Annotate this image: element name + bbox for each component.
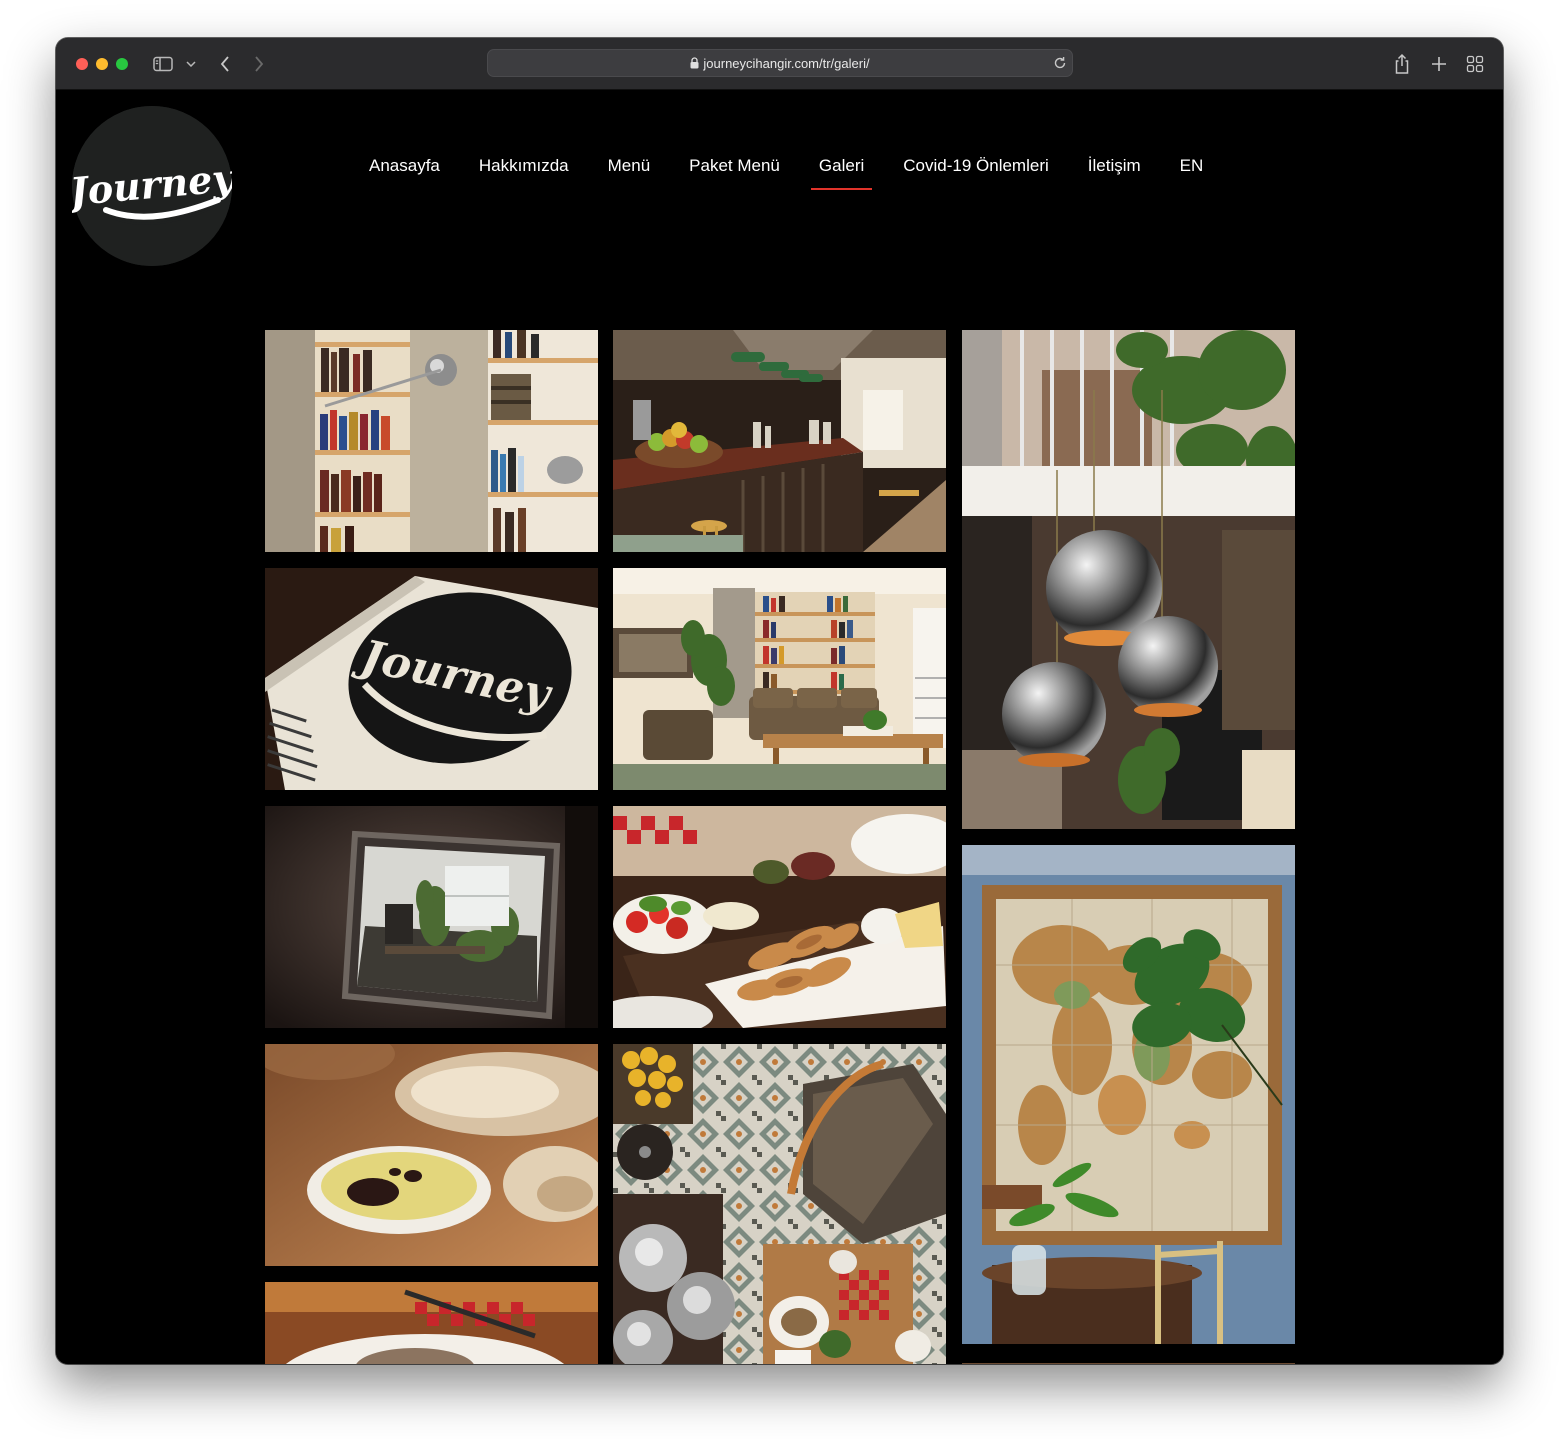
web-page: Journey Anasayfa Hakkımızda Menü Paket M…: [56, 90, 1503, 1364]
photo-gallery: Journey: [265, 330, 1295, 1364]
nav-item-hakkimizda[interactable]: Hakkımızda: [479, 156, 569, 186]
url-text: journeycihangir.com/tr/galeri/: [703, 56, 870, 71]
nav-item-covid-19[interactable]: Covid-19 Önlemleri: [903, 156, 1049, 186]
logo-graphic: Journey: [62, 106, 239, 266]
gallery-photo-bread-olive-oil[interactable]: [265, 1044, 598, 1266]
close-window-button[interactable]: [76, 58, 88, 70]
gallery-photo-journey-menu-card[interactable]: Journey: [265, 568, 598, 790]
tab-overview-icon[interactable]: [1464, 52, 1486, 76]
share-icon[interactable]: [1390, 52, 1414, 76]
gallery-photo-cafe-counter[interactable]: [613, 330, 946, 552]
gallery-photo-tiled-floor-overhead[interactable]: [613, 1044, 946, 1364]
gallery-photo-next-item[interactable]: [962, 1360, 1295, 1364]
url-display[interactable]: journeycihangir.com/tr/galeri/: [488, 56, 1072, 71]
minimize-window-button[interactable]: [96, 58, 108, 70]
journey-logo[interactable]: Journey: [62, 106, 239, 266]
gallery-photo-lounge-bookshelves[interactable]: [613, 568, 946, 790]
nav-item-anasayfa[interactable]: Anasayfa: [369, 156, 440, 186]
sidebar-icon[interactable]: [152, 52, 174, 76]
gallery-photo-chrome-pendant-lamps[interactable]: [962, 330, 1295, 829]
lock-icon: [690, 57, 699, 69]
nav-item-galeri[interactable]: Galeri: [810, 156, 873, 190]
nav-item-iletisim[interactable]: İletişim: [1088, 156, 1141, 186]
address-bar[interactable]: journeycihangir.com/tr/galeri/: [487, 49, 1073, 77]
browser-window: journeycihangir.com/tr/galeri/ Journey A…: [56, 38, 1503, 1364]
nav-item-paket-menu[interactable]: Paket Menü: [689, 156, 780, 186]
gallery-photo-mirror-reflection[interactable]: [265, 806, 598, 1028]
gallery-photo-dish-checkered-napkin[interactable]: [265, 1282, 598, 1364]
reload-icon[interactable]: [1052, 55, 1068, 71]
plus-icon[interactable]: [1428, 52, 1450, 76]
browser-toolbar: journeycihangir.com/tr/galeri/: [56, 38, 1503, 90]
nav-item-language-en[interactable]: EN: [1180, 156, 1204, 186]
chevron-down-icon[interactable]: [184, 52, 198, 76]
forward-arrow-icon[interactable]: [250, 52, 268, 76]
back-arrow-icon[interactable]: [216, 52, 234, 76]
nav-item-menu[interactable]: Menü: [608, 156, 651, 186]
gallery-photo-bookshelf-wall[interactable]: [265, 330, 598, 552]
gallery-photo-breakfast-plate[interactable]: [613, 806, 946, 1028]
gallery-photo-world-map-wall[interactable]: [962, 845, 1295, 1344]
zoom-window-button[interactable]: [116, 58, 128, 70]
main-nav: Anasayfa Hakkımızda Menü Paket Menü Gale…: [369, 156, 1242, 190]
